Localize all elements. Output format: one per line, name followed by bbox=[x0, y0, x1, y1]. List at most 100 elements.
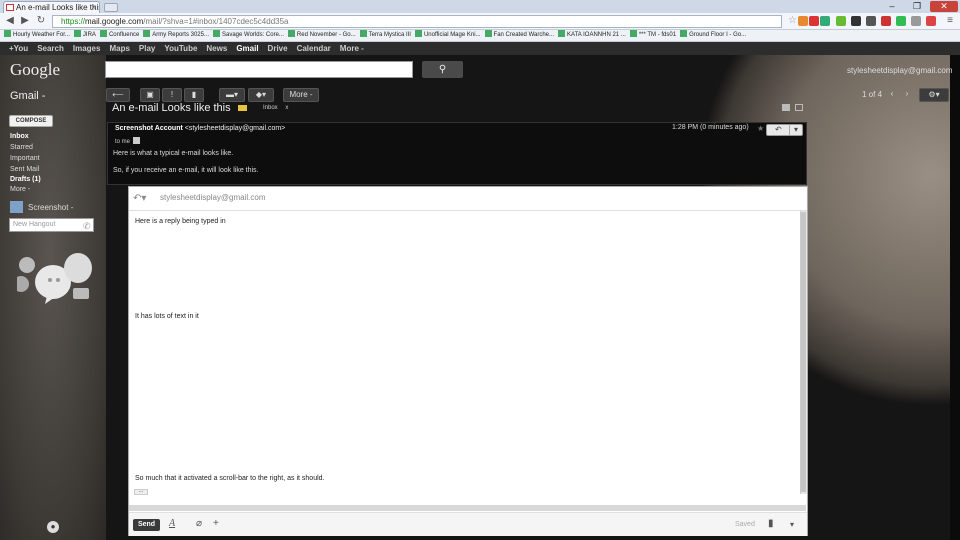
new-tab-button[interactable] bbox=[104, 3, 118, 12]
google-bar-item[interactable]: Maps bbox=[109, 42, 129, 55]
extension-icon[interactable] bbox=[926, 16, 936, 26]
browser-tab[interactable]: An e-mail Looks like this × bbox=[3, 1, 100, 13]
minimize-button[interactable]: ‒ bbox=[880, 1, 904, 12]
google-bar-item[interactable]: Play bbox=[139, 42, 155, 55]
tab-close-icon[interactable]: × bbox=[91, 2, 96, 13]
discard-draft-trash-icon[interactable]: ▮ bbox=[768, 518, 774, 529]
print-icon[interactable] bbox=[782, 104, 790, 111]
gmail-menu[interactable]: Gmail - bbox=[10, 90, 45, 102]
bookmark-item[interactable]: Fan Created Warche... bbox=[484, 30, 554, 41]
bookmark-item[interactable]: Confluence bbox=[99, 30, 140, 41]
inbox-label[interactable]: Inbox x bbox=[263, 105, 288, 111]
extension-icon[interactable] bbox=[881, 16, 891, 26]
extension-icon[interactable] bbox=[896, 16, 906, 26]
reload-icon[interactable]: ↻ bbox=[35, 15, 47, 27]
reply-type-icon[interactable]: ↶▾ bbox=[133, 193, 146, 204]
recipient-details[interactable]: to me bbox=[115, 137, 141, 145]
newer-chevron-icon[interactable]: ‹ bbox=[885, 88, 899, 102]
important-marker-icon[interactable] bbox=[238, 105, 247, 111]
address-bar[interactable]: https://mail.google.com/mail/?shva=1#inb… bbox=[52, 15, 782, 28]
chat-status[interactable]: Screenshot - bbox=[10, 201, 100, 215]
phone-icon[interactable]: ✆ bbox=[83, 221, 91, 232]
forward-arrow-icon[interactable]: ▶ bbox=[19, 15, 31, 27]
bookmark-item[interactable]: Red November - Go... bbox=[287, 30, 356, 41]
bookmark-item[interactable]: Unofficial Mage Kni... bbox=[414, 30, 481, 41]
scrollbar-thumb[interactable] bbox=[801, 212, 806, 492]
bookmark-item[interactable]: *** TM - fds01 bbox=[629, 30, 676, 41]
bookmark-star-icon[interactable]: ☆ bbox=[788, 16, 798, 26]
nav-item-important[interactable]: Important bbox=[10, 155, 40, 162]
star-icon[interactable]: ★ bbox=[757, 124, 764, 133]
reply-text-line[interactable]: Here is a reply being typed in bbox=[135, 218, 226, 225]
nav-item-sent-mail[interactable]: Sent Mail bbox=[10, 166, 39, 173]
hangouts-toggle-icon[interactable]: ● bbox=[47, 521, 59, 533]
bookmark-item[interactable]: Ground Floor I - Go... bbox=[680, 30, 746, 41]
delete-button[interactable]: ▮ bbox=[184, 88, 204, 102]
move-to-button[interactable]: ▬▾ bbox=[219, 88, 245, 102]
bookmark-item[interactable]: Army Reports 3025... bbox=[143, 30, 209, 41]
bookmark-label: Confluence bbox=[108, 32, 140, 38]
new-hangout-input[interactable]: New Hangout bbox=[9, 218, 94, 232]
settings-button[interactable]: ⚙▾ bbox=[919, 88, 949, 102]
google-bar-item[interactable]: More - bbox=[340, 42, 364, 55]
rss-icon[interactable] bbox=[798, 16, 808, 26]
formatting-icon[interactable]: A bbox=[169, 518, 175, 529]
extension-icon[interactable] bbox=[809, 16, 819, 26]
details-dropdown-icon[interactable] bbox=[133, 137, 141, 144]
show-trimmed-content-button[interactable]: ... bbox=[134, 488, 148, 495]
amazon-icon[interactable] bbox=[851, 16, 861, 26]
google-bar-item[interactable]: +You bbox=[9, 42, 28, 55]
wrench-menu-icon[interactable]: ≡ bbox=[944, 15, 956, 27]
remove-label-icon[interactable]: x bbox=[285, 105, 288, 111]
nav-item-starred[interactable]: Starred bbox=[10, 144, 33, 151]
bookmark-item[interactable]: Savage Worlds: Core... bbox=[213, 30, 284, 41]
google-bar-item[interactable]: Gmail bbox=[236, 42, 258, 55]
archive-button[interactable]: ▣ bbox=[140, 88, 160, 102]
google-logo[interactable]: Google bbox=[10, 60, 60, 80]
google-bar-item[interactable]: Calendar bbox=[297, 42, 331, 55]
attach-icon[interactable]: ⌀ bbox=[196, 518, 202, 529]
nav-item-drafts[interactable]: Drafts (1) bbox=[10, 176, 41, 183]
more-options-chevron-icon[interactable]: ▾ bbox=[790, 520, 794, 529]
send-button[interactable]: Send bbox=[133, 519, 160, 531]
older-chevron-icon[interactable]: › bbox=[900, 88, 914, 102]
more-button[interactable]: More - bbox=[283, 88, 319, 102]
back-arrow-icon[interactable]: ◀ bbox=[4, 15, 16, 27]
bookmark-favicon-icon bbox=[287, 30, 295, 37]
extension-icon[interactable] bbox=[836, 16, 846, 26]
bookmark-item[interactable]: Terra Mystica III bbox=[359, 30, 411, 41]
extension-icon[interactable] bbox=[911, 16, 921, 26]
window-close-button[interactable]: ✕ bbox=[930, 1, 958, 12]
extension-icon[interactable] bbox=[866, 16, 876, 26]
reply-recipient[interactable]: stylesheetdisplay@gmail.com bbox=[160, 193, 266, 202]
reply-text-line[interactable]: It has lots of text in it bbox=[135, 313, 199, 320]
bookmark-item[interactable]: Hourly Weather For... bbox=[4, 30, 70, 41]
compose-button[interactable]: COMPOSE bbox=[9, 115, 53, 127]
reply-text-line[interactable]: So much that it activated a scroll-bar t… bbox=[135, 475, 324, 482]
google-bar-item[interactable]: Drive bbox=[268, 42, 288, 55]
maximize-button[interactable]: ❐ bbox=[905, 1, 929, 12]
google-bar-item[interactable]: News bbox=[206, 42, 227, 55]
new-window-icon[interactable] bbox=[795, 104, 803, 111]
search-input[interactable] bbox=[105, 61, 413, 78]
bookmark-item[interactable]: JIRA bbox=[73, 30, 96, 41]
back-to-inbox-button[interactable]: ⟵ bbox=[106, 88, 130, 102]
search-button[interactable]: ⚲ bbox=[422, 61, 463, 78]
google-bar-item[interactable]: Search bbox=[37, 42, 64, 55]
saved-status: Saved bbox=[735, 521, 755, 528]
google-bar-item[interactable]: Images bbox=[73, 42, 101, 55]
sender[interactable]: Screenshot Account <stylesheetdisplay@gm… bbox=[115, 125, 285, 132]
nav-item-inbox[interactable]: Inbox bbox=[10, 133, 29, 140]
google-bar-item[interactable]: YouTube bbox=[164, 42, 197, 55]
more-options-chevron-icon[interactable]: ▾ bbox=[789, 125, 802, 135]
nav-item-more[interactable]: More - bbox=[10, 186, 30, 193]
labels-button[interactable]: ◆▾ bbox=[248, 88, 274, 102]
horizontal-scrollbar[interactable] bbox=[129, 505, 806, 511]
account-email[interactable]: stylesheetdisplay@gmail.com bbox=[847, 66, 953, 75]
reply-button[interactable]: ↶ ▾ bbox=[766, 124, 803, 136]
extension-icon[interactable] bbox=[820, 16, 830, 26]
report-spam-button[interactable]: ! bbox=[162, 88, 182, 102]
bookmark-label: KATA IOANNHN 21 ... bbox=[567, 32, 626, 38]
bookmark-item[interactable]: KATA IOANNHN 21 ... bbox=[558, 30, 626, 41]
insert-plus-icon[interactable]: + bbox=[213, 518, 219, 529]
